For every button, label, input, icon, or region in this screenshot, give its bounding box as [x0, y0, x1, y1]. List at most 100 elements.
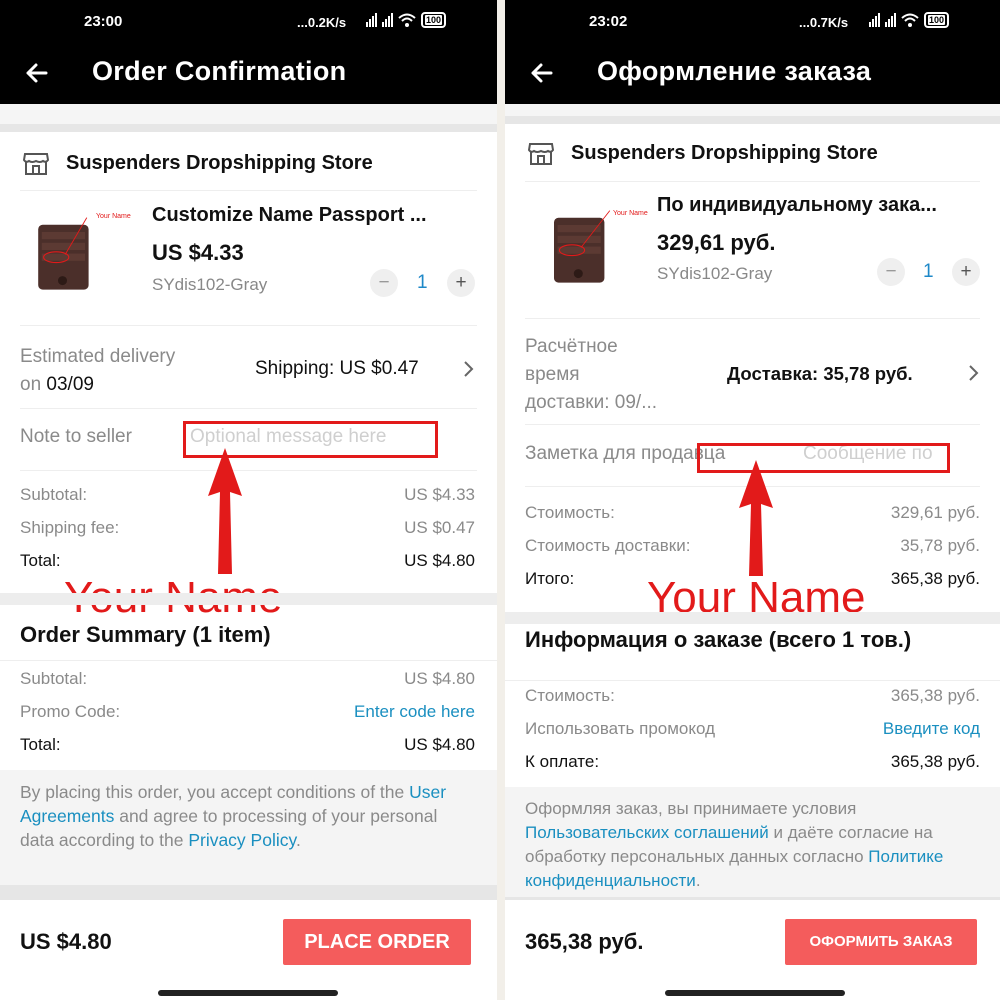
total-label: Total:	[20, 551, 61, 570]
delivery-date: 03/09	[46, 374, 94, 395]
quantity-decrement-button[interactable]: −	[370, 269, 398, 297]
user-agreements-link[interactable]: Пользовательских соглашений	[525, 823, 769, 842]
shipping-option[interactable]: Доставка: 35,78 руб.	[727, 363, 913, 385]
signal-icon	[885, 13, 896, 27]
divider	[20, 190, 477, 191]
delivery-label: Расчётное	[525, 336, 618, 357]
promo-code-label: Использовать промокод	[525, 719, 716, 738]
legal-text: Оформляя заказ, вы принимаете условия По…	[525, 799, 944, 890]
subtotal-label: Subtotal:	[20, 485, 88, 504]
quantity-decrement-button[interactable]: −	[877, 258, 905, 286]
order-summary-title: Order Summary (1 item)	[20, 622, 271, 647]
summary-total-value: 365,38 руб.	[890, 752, 980, 771]
footer-total: US $4.80	[20, 929, 112, 954]
store-name[interactable]: Suspenders Dropshipping Store	[571, 142, 878, 165]
wifi-icon	[398, 13, 416, 27]
right-screen: 23:02 ...0.7K/s 100 Оформление заказа Su…	[505, 0, 1000, 1000]
note-label: Заметка для продавца	[525, 443, 726, 464]
quantity-increment-button[interactable]: +	[952, 258, 980, 286]
section-divider	[505, 612, 1000, 624]
product-title[interactable]: По индивидуальному зака...	[657, 194, 987, 217]
page-title: Order Confirmation	[92, 56, 347, 86]
annotation-arrow	[208, 448, 242, 574]
subtotal-label: Стоимость:	[525, 503, 615, 522]
product-sku[interactable]: SYdis102-Gray	[657, 264, 772, 284]
footer-total: 365,38 руб.	[525, 929, 644, 954]
place-order-button[interactable]: ОФОРМИТЬ ЗАКАЗ	[785, 919, 977, 965]
delivery-label: Estimated delivery	[20, 346, 176, 367]
page-title: Оформление заказа	[597, 56, 872, 86]
total-label: Итого:	[525, 569, 575, 588]
thumb-label: Your Name	[96, 213, 131, 220]
shipping-option[interactable]: Shipping: US $0.47	[255, 358, 419, 380]
note-label: Note to seller	[20, 426, 132, 447]
subtotal-value: 329,61 руб.	[890, 503, 980, 522]
product-title[interactable]: Customize Name Passport ...	[152, 204, 472, 227]
chevron-right-icon[interactable]	[462, 360, 474, 378]
divider	[20, 325, 477, 326]
section-divider	[0, 885, 497, 900]
battery-icon: 100	[421, 12, 447, 28]
network-speed: ...0.2K/s	[297, 15, 347, 30]
order-summary-title: Информация о заказе (всего 1 тов.)	[525, 627, 912, 652]
section-divider	[0, 593, 497, 605]
summary-total-value: US $4.80	[404, 735, 475, 754]
delivery-date-line: on 03/09	[20, 374, 94, 395]
status-bar: 23:02 ...0.7K/s 100	[505, 0, 1000, 44]
total-value: US $4.80	[404, 551, 475, 570]
shipping-fee-label: Shipping fee:	[20, 518, 120, 537]
status-icons: 100	[869, 12, 950, 28]
section-divider	[0, 124, 497, 132]
product-sku[interactable]: SYdis102-Gray	[152, 275, 267, 295]
back-arrow-icon[interactable]	[527, 58, 557, 88]
promo-code-label: Promo Code:	[20, 702, 121, 721]
place-order-button[interactable]: PLACE ORDER	[283, 919, 471, 965]
store-icon	[527, 143, 555, 165]
signal-icon	[382, 13, 393, 27]
quantity-value: 1	[417, 272, 428, 293]
battery-icon: 100	[924, 12, 950, 28]
status-bar: 23:00 ...0.2K/s 100	[0, 0, 497, 44]
store-name[interactable]: Suspenders Dropshipping Store	[66, 152, 373, 175]
app-bar: Order Confirmation	[0, 44, 497, 104]
divider	[505, 680, 1000, 681]
summary-subtotal-value: US $4.80	[404, 669, 475, 688]
back-arrow-icon[interactable]	[22, 58, 52, 88]
shipping-fee-value: US $0.47	[404, 518, 475, 537]
spacer	[0, 104, 497, 124]
status-time: 23:00	[84, 13, 123, 30]
section-divider	[505, 897, 1000, 900]
divider	[0, 660, 497, 661]
product-thumbnail[interactable]: Your Name	[22, 205, 131, 300]
summary-total-label: Total:	[20, 735, 61, 754]
status-icons: 100	[366, 12, 447, 28]
thumb-label: Your Name	[613, 210, 648, 217]
enter-promo-code-link[interactable]: Enter code here	[354, 702, 475, 722]
quantity-increment-button[interactable]: +	[447, 269, 475, 297]
chevron-right-icon[interactable]	[967, 364, 979, 382]
summary-subtotal-label: Subtotal:	[20, 669, 88, 688]
legal-text: By placing this order, you accept condit…	[20, 782, 447, 850]
gesture-bar[interactable]	[158, 990, 338, 996]
left-screen: 23:00 ...0.2K/s 100 Order Confirmation S…	[0, 0, 497, 1000]
store-icon	[22, 153, 50, 175]
delivery-label-2: время	[525, 364, 580, 385]
signal-icon	[869, 13, 880, 27]
divider	[525, 318, 980, 319]
gesture-bar[interactable]	[665, 990, 845, 996]
enter-promo-code-link[interactable]: Введите код	[883, 719, 980, 739]
divider	[20, 408, 477, 409]
privacy-policy-link[interactable]: Privacy Policy	[188, 830, 296, 850]
product-thumbnail[interactable]: Your Name	[545, 198, 648, 293]
app-bar: Оформление заказа	[505, 44, 1000, 104]
product-price: US $4.33	[152, 240, 244, 265]
divider	[525, 424, 980, 425]
network-speed: ...0.7K/s	[799, 15, 849, 30]
signal-icon	[366, 13, 377, 27]
status-time: 23:02	[589, 13, 628, 30]
subtotal-value: US $4.33	[404, 485, 475, 504]
shipping-fee-value: 35,78 руб.	[900, 536, 980, 555]
shipping-fee-label: Стоимость доставки:	[525, 536, 691, 555]
divider	[525, 181, 980, 182]
summary-subtotal-label: Стоимость:	[525, 686, 615, 705]
